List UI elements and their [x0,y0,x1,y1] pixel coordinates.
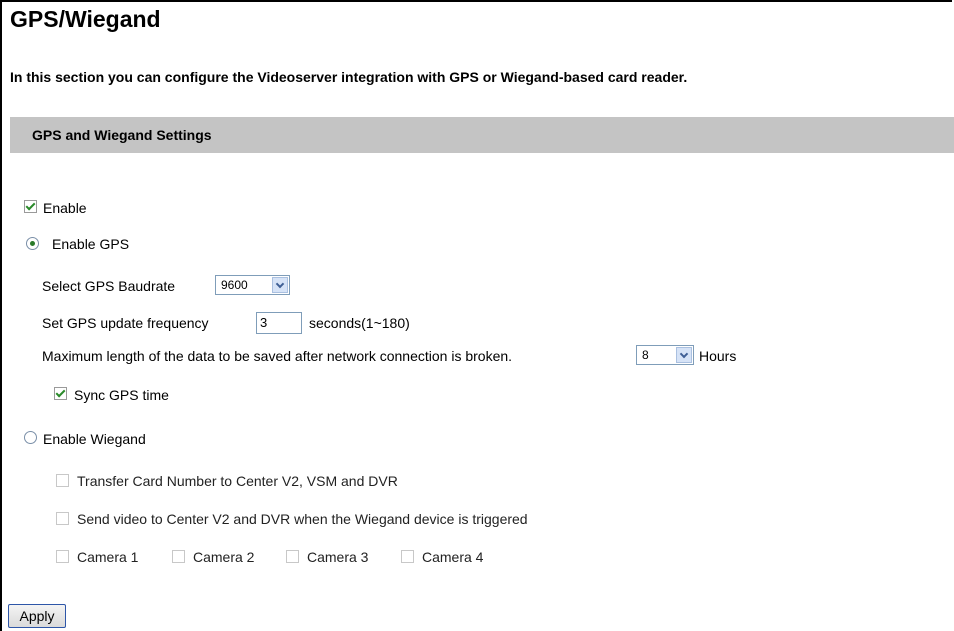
camera-3-checkbox[interactable] [286,550,299,563]
camera-1-label: Camera 1 [77,549,139,565]
transfer-card-checkbox[interactable] [56,474,69,487]
send-video-checkbox[interactable] [56,512,69,525]
update-frequency-input[interactable]: 3 [256,312,302,334]
apply-button[interactable]: Apply [8,604,66,628]
update-frequency-suffix: seconds(1~180) [309,315,410,331]
camera-2-checkbox[interactable] [172,550,185,563]
chevron-down-icon [676,347,692,363]
max-length-select[interactable]: 8 [636,345,694,365]
max-length-select-value: 8 [642,348,649,362]
camera-4-label: Camera 4 [422,549,484,565]
camera-1-checkbox[interactable] [56,550,69,563]
max-length-suffix: Hours [699,348,737,364]
enable-gps-label: Enable GPS [52,236,130,252]
baudrate-label: Select GPS Baudrate [42,278,176,294]
page-title: GPS/Wiegand [10,6,161,32]
enable-checkbox[interactable] [24,200,37,213]
update-frequency-label: Set GPS update frequency [42,315,209,331]
enable-wiegand-label: Enable Wiegand [43,431,146,447]
camera-3-label: Camera 3 [307,549,369,565]
camera-4-checkbox[interactable] [401,550,414,563]
sync-gps-time-label: Sync GPS time [74,387,169,403]
baudrate-select[interactable]: 9600 [215,275,290,295]
chevron-down-icon [272,277,288,293]
enable-wiegand-radio[interactable] [24,431,37,444]
sync-gps-time-checkbox[interactable] [54,387,67,400]
send-video-label: Send video to Center V2 and DVR when the… [77,511,528,527]
transfer-card-label: Transfer Card Number to Center V2, VSM a… [77,473,398,489]
max-length-label: Maximum length of the data to be saved a… [42,348,513,364]
enable-gps-radio[interactable] [26,237,39,250]
camera-2-label: Camera 2 [193,549,255,565]
section-header: GPS and Wiegand Settings [10,117,954,153]
section-header-label: GPS and Wiegand Settings [32,127,212,143]
page-intro: In this section you can configure the Vi… [10,69,688,85]
baudrate-select-value: 9600 [221,278,248,292]
enable-label: Enable [43,200,87,216]
